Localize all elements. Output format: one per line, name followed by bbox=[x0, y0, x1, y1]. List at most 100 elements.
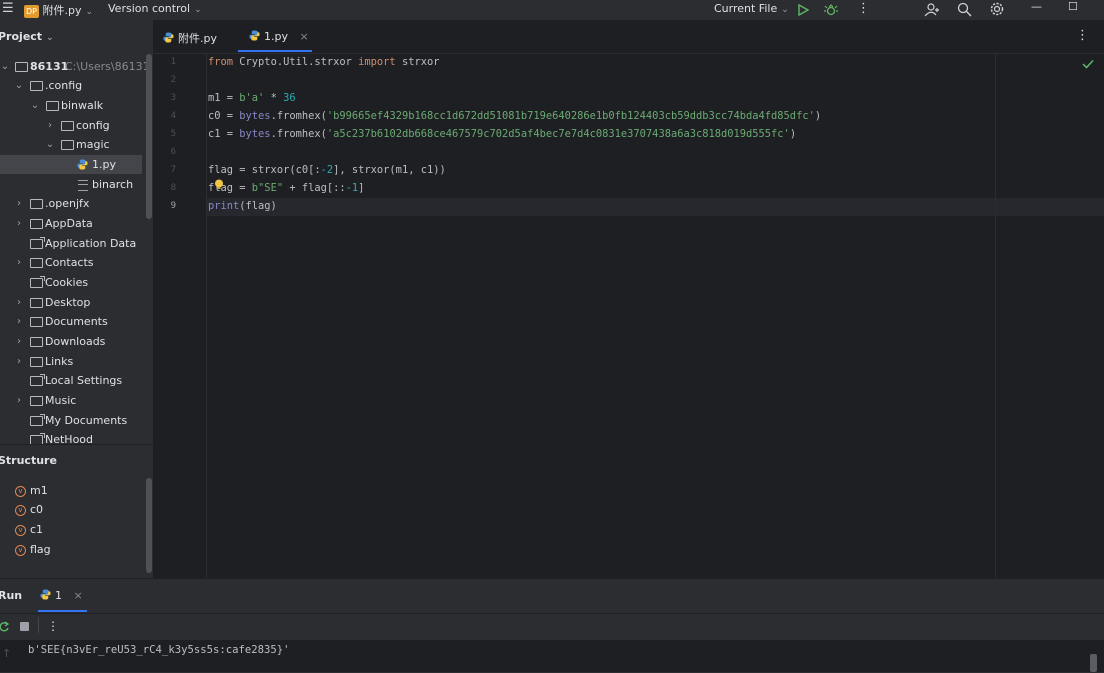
code-token: 'a5c237b6102db668ce467579c702d5af4bec7e7… bbox=[326, 128, 790, 140]
project-scrollbar[interactable] bbox=[146, 54, 152, 219]
menu-icon[interactable]: ☰ bbox=[2, 1, 14, 16]
structure-item-c0[interactable]: v c0 bbox=[15, 500, 43, 519]
debug-icon[interactable] bbox=[824, 3, 838, 17]
bulb-icon[interactable] bbox=[214, 179, 224, 189]
structure-item-m1[interactable]: v m1 bbox=[15, 481, 48, 500]
tree-item-magic[interactable]: ⌄ magic bbox=[0, 135, 152, 154]
code-line-1[interactable]: from Crypto.Util.strxor import strxor bbox=[208, 56, 440, 68]
chevron-right-icon[interactable]: › bbox=[14, 194, 24, 213]
tree-item-local-settings[interactable]: Local Settings bbox=[0, 371, 152, 390]
tree-item-my-documents[interactable]: My Documents bbox=[0, 411, 152, 430]
stop-icon[interactable] bbox=[20, 622, 29, 631]
tree-item-application-data[interactable]: Application Data bbox=[0, 234, 152, 253]
python-file-icon bbox=[77, 159, 88, 170]
tree-item-openjfx[interactable]: › .openjfx bbox=[0, 194, 152, 213]
tree-item-links[interactable]: › Links bbox=[0, 352, 152, 371]
tree-item-path: C:\Users\86131 bbox=[65, 60, 150, 73]
editor-more-icon[interactable]: ⋮ bbox=[1076, 28, 1089, 43]
folder-icon bbox=[30, 199, 43, 209]
run-divider bbox=[0, 613, 1104, 614]
run-tab-indicator bbox=[38, 610, 87, 612]
run-output-area: ↑ b'SEE{n3vEr_reU53_rC4_k3y5ss5s:cafe283… bbox=[0, 640, 1104, 672]
rerun-icon[interactable] bbox=[0, 621, 10, 633]
code-token: ) bbox=[814, 110, 822, 122]
python-file-icon bbox=[249, 30, 260, 41]
code-line-8[interactable]: flag = b"SE" + flag[::-1] bbox=[208, 182, 364, 194]
tree-item-desktop[interactable]: › Desktop bbox=[0, 293, 152, 312]
tree-item-downloads[interactable]: › Downloads bbox=[0, 332, 152, 351]
more-actions-icon[interactable]: ⋮ bbox=[857, 1, 870, 16]
chevron-right-icon[interactable]: › bbox=[14, 253, 24, 272]
project-selector[interactable]: DP 附件.py ⌄ bbox=[24, 2, 93, 18]
code-token: * bbox=[264, 92, 284, 104]
tree-item-binwalk[interactable]: ⌄ binwalk bbox=[0, 96, 152, 115]
chevron-down-icon[interactable]: ⌄ bbox=[14, 76, 24, 95]
tree-item-label: Cookies bbox=[45, 276, 89, 289]
chevron-right-icon[interactable]: › bbox=[14, 391, 24, 410]
line-number: 5 bbox=[170, 129, 176, 139]
tab-attachment-py[interactable]: 附件.py bbox=[163, 30, 217, 46]
variable-icon: v bbox=[15, 544, 26, 556]
chevron-down-icon[interactable]: ⌄ bbox=[45, 135, 55, 154]
code-token: ] bbox=[358, 182, 365, 194]
run-config-label: Current File bbox=[714, 2, 778, 15]
run-tab-label: 1 bbox=[55, 589, 62, 602]
tree-item-documents[interactable]: › Documents bbox=[0, 312, 152, 331]
active-tab-indicator bbox=[238, 50, 312, 52]
run-more-icon[interactable]: ⋮ bbox=[47, 619, 59, 633]
tree-item-nethood[interactable]: NetHood bbox=[0, 430, 152, 444]
tree-item-label: .config bbox=[45, 79, 83, 92]
code-line-5[interactable]: c1 = bytes.fromhex('a5c237b6102db668ce46… bbox=[208, 128, 796, 140]
tab-1-py[interactable]: 1.py × bbox=[249, 30, 309, 43]
tree-item-binarch[interactable]: binarch bbox=[0, 175, 152, 194]
run-tab-1[interactable]: 1 × bbox=[40, 589, 83, 602]
minimize-button[interactable]: — bbox=[1031, 0, 1042, 13]
line-gutter: 1 2 3 4 5 6 7 8 9 bbox=[154, 54, 207, 578]
code-token: -1 bbox=[345, 182, 359, 194]
tree-item-1py[interactable]: 1.py bbox=[0, 155, 142, 174]
folder-icon bbox=[30, 258, 43, 268]
tree-item-music[interactable]: › Music bbox=[0, 391, 152, 410]
code-line-7[interactable]: flag = strxor(c0[:-2], strxor(m1, c1)) bbox=[208, 164, 446, 176]
output-scrollbar[interactable] bbox=[1090, 654, 1097, 672]
chevron-right-icon[interactable]: › bbox=[14, 352, 24, 371]
settings-icon[interactable] bbox=[989, 1, 1005, 17]
structure-scrollbar[interactable] bbox=[146, 478, 152, 573]
structure-item-flag[interactable]: v flag bbox=[15, 540, 51, 559]
chevron-right-icon[interactable]: › bbox=[14, 293, 24, 312]
run-icon[interactable] bbox=[797, 4, 809, 16]
structure-item-label: m1 bbox=[30, 484, 48, 497]
chevron-right-icon[interactable]: › bbox=[14, 332, 24, 351]
version-control-menu[interactable]: Version control ⌄ bbox=[108, 2, 202, 15]
check-icon bbox=[1082, 59, 1094, 69]
chevron-down-icon[interactable]: ⌄ bbox=[0, 57, 10, 76]
linked-folder-icon bbox=[30, 276, 45, 288]
chevron-right-icon[interactable]: › bbox=[14, 214, 24, 233]
project-panel: Project ⌄ ⌄ 86131 C:\Users\86131 ⌄ .confi… bbox=[0, 20, 154, 578]
code-line-3[interactable]: m1 = b'a' * 36 bbox=[208, 92, 296, 104]
close-icon[interactable]: × bbox=[74, 589, 83, 602]
chevron-down-icon: ⌄ bbox=[194, 5, 202, 15]
tree-item-86131[interactable]: ⌄ 86131 C:\Users\86131 bbox=[0, 57, 152, 76]
tree-item-config-dir[interactable]: ⌄ .config bbox=[0, 76, 152, 95]
tree-item-config[interactable]: › config bbox=[0, 116, 152, 135]
tree-item-label: Music bbox=[45, 394, 77, 407]
chevron-right-icon[interactable]: › bbox=[45, 116, 55, 135]
tree-item-label: binwalk bbox=[61, 99, 104, 112]
maximize-button[interactable]: ☐ bbox=[1068, 0, 1078, 13]
code-line-4[interactable]: c0 = bytes.fromhex('b99665ef4329b168cc1d… bbox=[208, 110, 821, 122]
code-line-9[interactable]: print(flag) bbox=[208, 200, 277, 212]
search-icon[interactable] bbox=[957, 2, 972, 17]
run-output-text: b'SEE{n3vEr_reU53_rC4_k3y5ss5s:cafe2835}… bbox=[28, 644, 290, 656]
structure-item-c1[interactable]: v c1 bbox=[15, 520, 43, 539]
close-icon[interactable]: × bbox=[300, 30, 309, 43]
run-config-selector[interactable]: Current File ⌄ bbox=[714, 2, 789, 15]
add-user-icon[interactable] bbox=[924, 2, 940, 17]
chevron-down-icon[interactable]: ⌄ bbox=[30, 96, 40, 115]
tree-item-contacts[interactable]: › Contacts bbox=[0, 253, 152, 272]
tree-item-appdata[interactable]: › AppData bbox=[0, 214, 152, 233]
scroll-up-icon[interactable]: ↑ bbox=[2, 647, 11, 660]
chevron-right-icon[interactable]: › bbox=[14, 312, 24, 331]
project-panel-title[interactable]: Project ⌄ bbox=[0, 30, 54, 43]
tree-item-cookies[interactable]: Cookies bbox=[0, 273, 152, 292]
